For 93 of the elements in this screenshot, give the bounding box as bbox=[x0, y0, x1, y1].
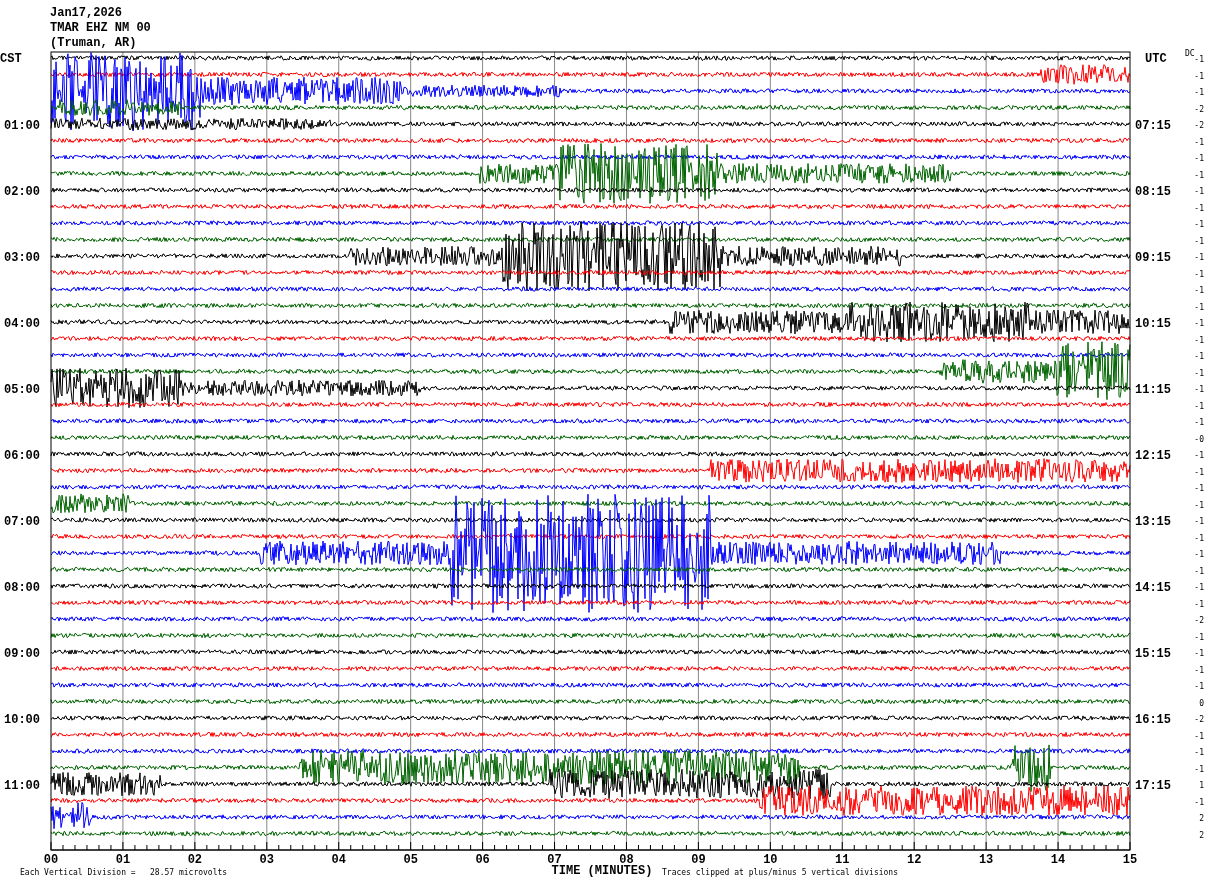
dc-offset-label: -1 bbox=[1194, 253, 1204, 262]
dc-offset-label: -1 bbox=[1194, 484, 1204, 493]
dc-offset-label: 0 bbox=[1199, 698, 1204, 708]
dc-offset-label: -1 bbox=[1194, 203, 1204, 213]
dc-offset-label: -2 bbox=[1194, 121, 1204, 130]
dc-offset-label: -1 bbox=[1194, 566, 1204, 576]
dc-offset-label: -1 bbox=[1194, 88, 1204, 97]
minute-label: 05 bbox=[403, 853, 418, 867]
hour-label: 06:00 bbox=[4, 449, 40, 463]
hour-label: 10:15 bbox=[1135, 317, 1171, 331]
location-label: (Truman, AR) bbox=[50, 36, 137, 50]
dc-offset-label: -1 bbox=[1194, 319, 1204, 328]
dc-offset-label: 1 bbox=[1199, 781, 1204, 790]
dc-offset-label: -1 bbox=[1194, 550, 1204, 559]
dc-offset-label: 2 bbox=[1199, 814, 1204, 823]
hour-label: 11:00 bbox=[4, 779, 40, 793]
hour-label: 13:15 bbox=[1135, 515, 1171, 529]
dc-offset-label: -1 bbox=[1194, 500, 1204, 510]
hour-label: 04:00 bbox=[4, 317, 40, 331]
dc-offset-label: -1 bbox=[1194, 220, 1204, 229]
dc-offset-label: -1 bbox=[1194, 632, 1204, 642]
minute-label: 14 bbox=[1050, 853, 1066, 867]
dc-offset-label: -1 bbox=[1194, 467, 1204, 477]
hour-label: 09:00 bbox=[4, 647, 40, 661]
dc-offset-label: -1 bbox=[1194, 748, 1204, 757]
hour-label: 08:15 bbox=[1135, 185, 1171, 199]
dc-offset-label: -1 bbox=[1194, 418, 1204, 427]
minute-label: 10 bbox=[763, 853, 778, 867]
minute-label: 04 bbox=[331, 853, 346, 867]
dc-offset-label: -2 bbox=[1194, 616, 1204, 625]
minute-label: 15 bbox=[1122, 853, 1138, 867]
hour-label: 16:15 bbox=[1135, 713, 1171, 727]
dc-offset-label: -1 bbox=[1194, 649, 1204, 658]
dc-offset-label: 2 bbox=[1199, 830, 1204, 840]
minute-label: 03 bbox=[259, 853, 274, 867]
timezone-label: CST bbox=[0, 52, 22, 66]
dc-offset-label: -2 bbox=[1194, 104, 1204, 114]
dc-offset-label: -1 bbox=[1194, 682, 1204, 691]
hour-label: 12:15 bbox=[1135, 449, 1171, 463]
hour-label: 10:00 bbox=[4, 713, 40, 727]
hour-label: 07:15 bbox=[1135, 119, 1171, 133]
dc-offset-label: -1 bbox=[1194, 352, 1204, 361]
station-label: TMAR EHZ NM 00 bbox=[50, 21, 151, 35]
hour-label: 09:15 bbox=[1135, 251, 1171, 265]
dc-offset-label: -1 bbox=[1194, 368, 1204, 378]
axis-title: TIME (MINUTES) bbox=[551, 864, 653, 878]
minute-label: 00 bbox=[43, 853, 59, 867]
dc-offset-label: -1 bbox=[1194, 269, 1204, 279]
dc-offset-label: -1 bbox=[1194, 797, 1204, 807]
clip-note: Traces clipped at plus/minus 5 vertical divisions bbox=[662, 868, 898, 877]
dc-offset-label: -1 bbox=[1194, 599, 1204, 609]
dc-offset-label: -1 bbox=[1194, 517, 1204, 526]
dc-offset-label: -1 bbox=[1194, 665, 1204, 675]
dc-offset-label: -1 bbox=[1194, 286, 1204, 295]
minute-label: 13 bbox=[978, 853, 994, 867]
dc-offset-label: -1 bbox=[1194, 385, 1204, 394]
dc-header: DC bbox=[1185, 49, 1195, 58]
hour-label: 03:00 bbox=[4, 251, 40, 265]
dc-offset-label: -1 bbox=[1194, 302, 1204, 312]
hour-label: 01:00 bbox=[4, 119, 40, 133]
dc-offset-label: -1 bbox=[1194, 187, 1204, 196]
dc-offset-label: -1 bbox=[1194, 731, 1204, 741]
hour-label: 14:15 bbox=[1135, 581, 1171, 595]
hour-label: 17:15 bbox=[1135, 779, 1171, 793]
dc-offset-label: -1 bbox=[1194, 583, 1204, 592]
hour-label: 07:00 bbox=[4, 515, 40, 529]
dc-offset-label: -1 bbox=[1194, 55, 1204, 64]
minute-label: 01 bbox=[115, 853, 131, 867]
date-label: Jan17,2026 bbox=[50, 6, 122, 20]
hour-label: 05:00 bbox=[4, 383, 40, 397]
hour-label: 02:00 bbox=[4, 185, 40, 199]
scale-note: Each Vertical Division = 28.57 microvolts bbox=[20, 868, 228, 877]
minute-label: 12 bbox=[907, 853, 922, 867]
minute-label: 02 bbox=[187, 853, 203, 867]
timezone-label: UTC bbox=[1145, 52, 1167, 66]
dc-offset-label: -1 bbox=[1194, 451, 1204, 460]
dc-offset-label: -2 bbox=[1194, 715, 1204, 724]
dc-offset-label: -1 bbox=[1194, 533, 1204, 543]
minute-label: 06 bbox=[475, 853, 490, 867]
hour-label: 15:15 bbox=[1135, 647, 1171, 661]
minute-label: 11 bbox=[835, 853, 850, 867]
hour-label: 08:00 bbox=[4, 581, 40, 595]
dc-offset-label: -0 bbox=[1194, 434, 1204, 444]
dc-offset-label: -1 bbox=[1194, 335, 1204, 345]
dc-offset-label: -1 bbox=[1194, 170, 1204, 180]
dc-offset-label: -1 bbox=[1194, 236, 1204, 246]
dc-offset-label: -1 bbox=[1194, 137, 1204, 147]
hour-label: 11:15 bbox=[1135, 383, 1171, 397]
dc-offset-label: -1 bbox=[1194, 71, 1204, 81]
minute-label: 09 bbox=[691, 853, 706, 867]
dc-offset-label: -1 bbox=[1194, 401, 1204, 411]
dc-offset-label: -1 bbox=[1194, 154, 1204, 163]
dc-offset-label: -1 bbox=[1194, 764, 1204, 774]
